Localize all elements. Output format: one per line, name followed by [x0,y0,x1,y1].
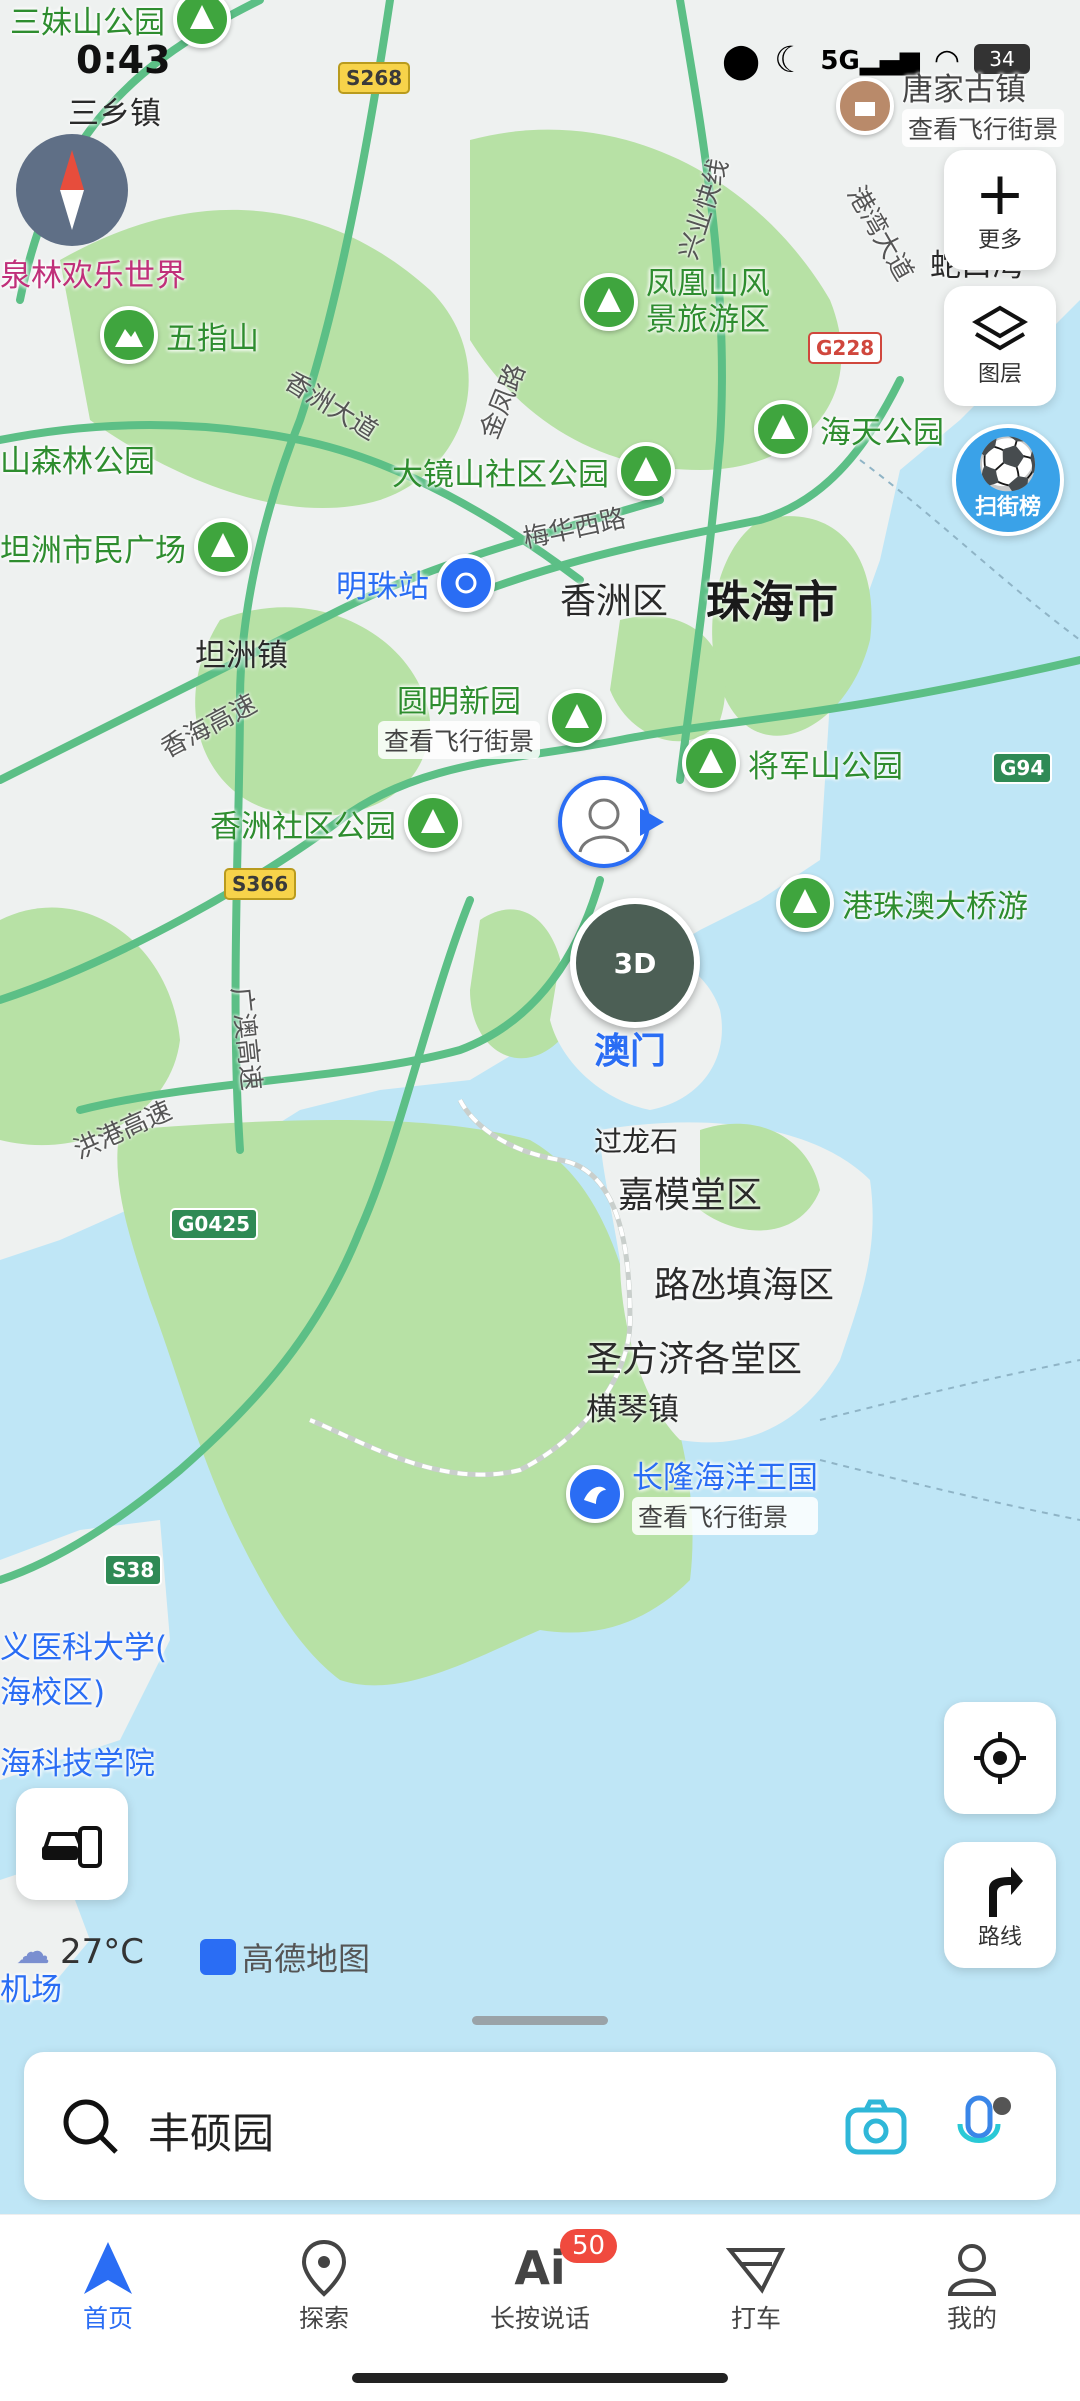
avatar-icon [578,798,630,853]
poi-marker[interactable]: 凤凰山风景旅游区 [580,266,796,338]
search-input[interactable]: 丰硕园 [148,2100,274,2161]
layers-button[interactable]: 图层 [944,286,1056,406]
location-status-icon: ⬤ [722,40,761,81]
town-label: 坦洲镇 [195,638,288,674]
town-label: 三乡镇 [68,96,161,132]
macau-3d-marker[interactable]: 3D [570,898,700,1028]
layers-icon [972,305,1028,351]
poi-marker[interactable]: 圆明新园 查看飞行街景 [378,676,607,759]
location-pin-icon [301,2239,347,2297]
landmark-icon [836,76,894,135]
park-icon [617,442,675,500]
3d-badge: 3D [613,946,657,980]
user-location-marker[interactable] [558,776,650,868]
poi-label[interactable]: 山森林公园 [0,436,155,481]
park-icon [754,400,812,458]
home-indicator [352,2373,728,2383]
poi-label[interactable]: 义医科大学( 海校区) [0,1622,167,1712]
sheet-handle[interactable] [472,2016,608,2025]
park-icon [682,734,740,792]
mountain-icon [100,306,158,364]
more-button[interactable]: + 更多 [944,150,1056,270]
home-arrow-icon [84,2242,132,2294]
camera-icon[interactable] [844,2096,908,2156]
heading-arrow-icon [640,808,664,836]
poi-marker[interactable]: 五指山 [100,306,259,364]
park-icon [404,794,462,852]
park-icon [580,273,638,331]
locate-button[interactable] [944,1702,1056,1814]
amap-logo-icon [200,1939,236,1975]
tab-taxi[interactable]: 打车 [686,2237,826,2335]
voice-badge: 50 [560,2229,618,2263]
route-arrow-icon [989,1867,1023,1917]
poi-label[interactable]: 泉林欢乐世界 [0,250,186,295]
poi-marker[interactable]: 明珠站 [336,554,495,612]
road-shield: G94 [992,752,1053,784]
station-icon [437,554,495,612]
street-rank-button[interactable]: ⚽ 扫街榜 [952,424,1064,536]
town-label: 过龙石 [594,1125,679,1158]
poi-marker[interactable]: 唐家古镇 查看飞行街景 [836,64,1065,147]
poi-label[interactable]: 海科技学院 [0,1738,155,1783]
taxi-icon [726,2248,786,2294]
dolphin-icon [566,1464,624,1523]
park-icon [173,0,231,48]
district-label: 路氹填海区 [654,1265,835,1306]
road-shield: S38 [104,1554,163,1586]
soccer-ball-icon: ⚽ [976,435,1040,493]
road-shield: S268 [338,62,411,94]
microphone-icon[interactable] [952,2094,1012,2160]
search-icon [63,2099,118,2154]
user-icon [947,2244,997,2296]
park-icon [194,518,252,576]
tab-explore[interactable]: 探索 [254,2237,394,2335]
car-phone-button[interactable] [16,1788,128,1900]
poi-label[interactable]: 机场 [0,1964,62,2009]
crosshair-icon [974,1732,1026,1784]
road-shield: G0425 [170,1208,259,1240]
macau-label[interactable]: 澳门 [594,1022,666,1074]
compass-button[interactable] [16,134,128,246]
poi-marker[interactable]: 香洲社区公园 [210,794,462,852]
park-icon [776,874,834,932]
tab-profile[interactable]: 我的 [902,2237,1042,2335]
amap-brand: 高德地图 [200,1934,370,1980]
town-label: 横琴镇 [586,1392,679,1428]
moon-icon: ☾ [774,40,807,81]
city-label: 珠海市 [706,577,838,628]
car-phone-icon [42,1826,102,1868]
compass-icon [60,150,84,230]
bottom-tab-bar: 首页 探索 Ai 长按说话 50 打车 我的 [0,2214,1080,2401]
road-shield: G228 [808,332,883,364]
tab-home[interactable]: 首页 [38,2237,178,2335]
route-button[interactable]: 路线 [944,1842,1056,1968]
poi-marker[interactable]: 坦洲市民广场 [0,518,252,576]
search-bar[interactable]: 丰硕园 [24,2052,1056,2200]
road-shield: S366 [224,868,297,900]
poi-marker[interactable]: 三妹山公园 [10,0,231,48]
poi-marker[interactable]: 大镜山社区公园 [392,442,675,500]
district-label: 香洲区 [560,581,669,622]
poi-marker[interactable]: 港珠澳大桥游 [776,874,1028,932]
district-label: 嘉模堂区 [618,1175,763,1216]
district-label: 圣方济各堂区 [586,1339,803,1380]
poi-marker[interactable]: 海天公园 [754,400,944,458]
ai-icon: Ai [514,2241,566,2295]
park-icon [548,688,607,747]
tab-voice[interactable]: Ai 长按说话 50 [470,2229,618,2335]
poi-marker[interactable]: 长隆海洋王国 查看飞行街景 [566,1452,818,1535]
plus-icon: + [974,159,1026,229]
poi-marker[interactable]: 将军山公园 [682,734,903,792]
